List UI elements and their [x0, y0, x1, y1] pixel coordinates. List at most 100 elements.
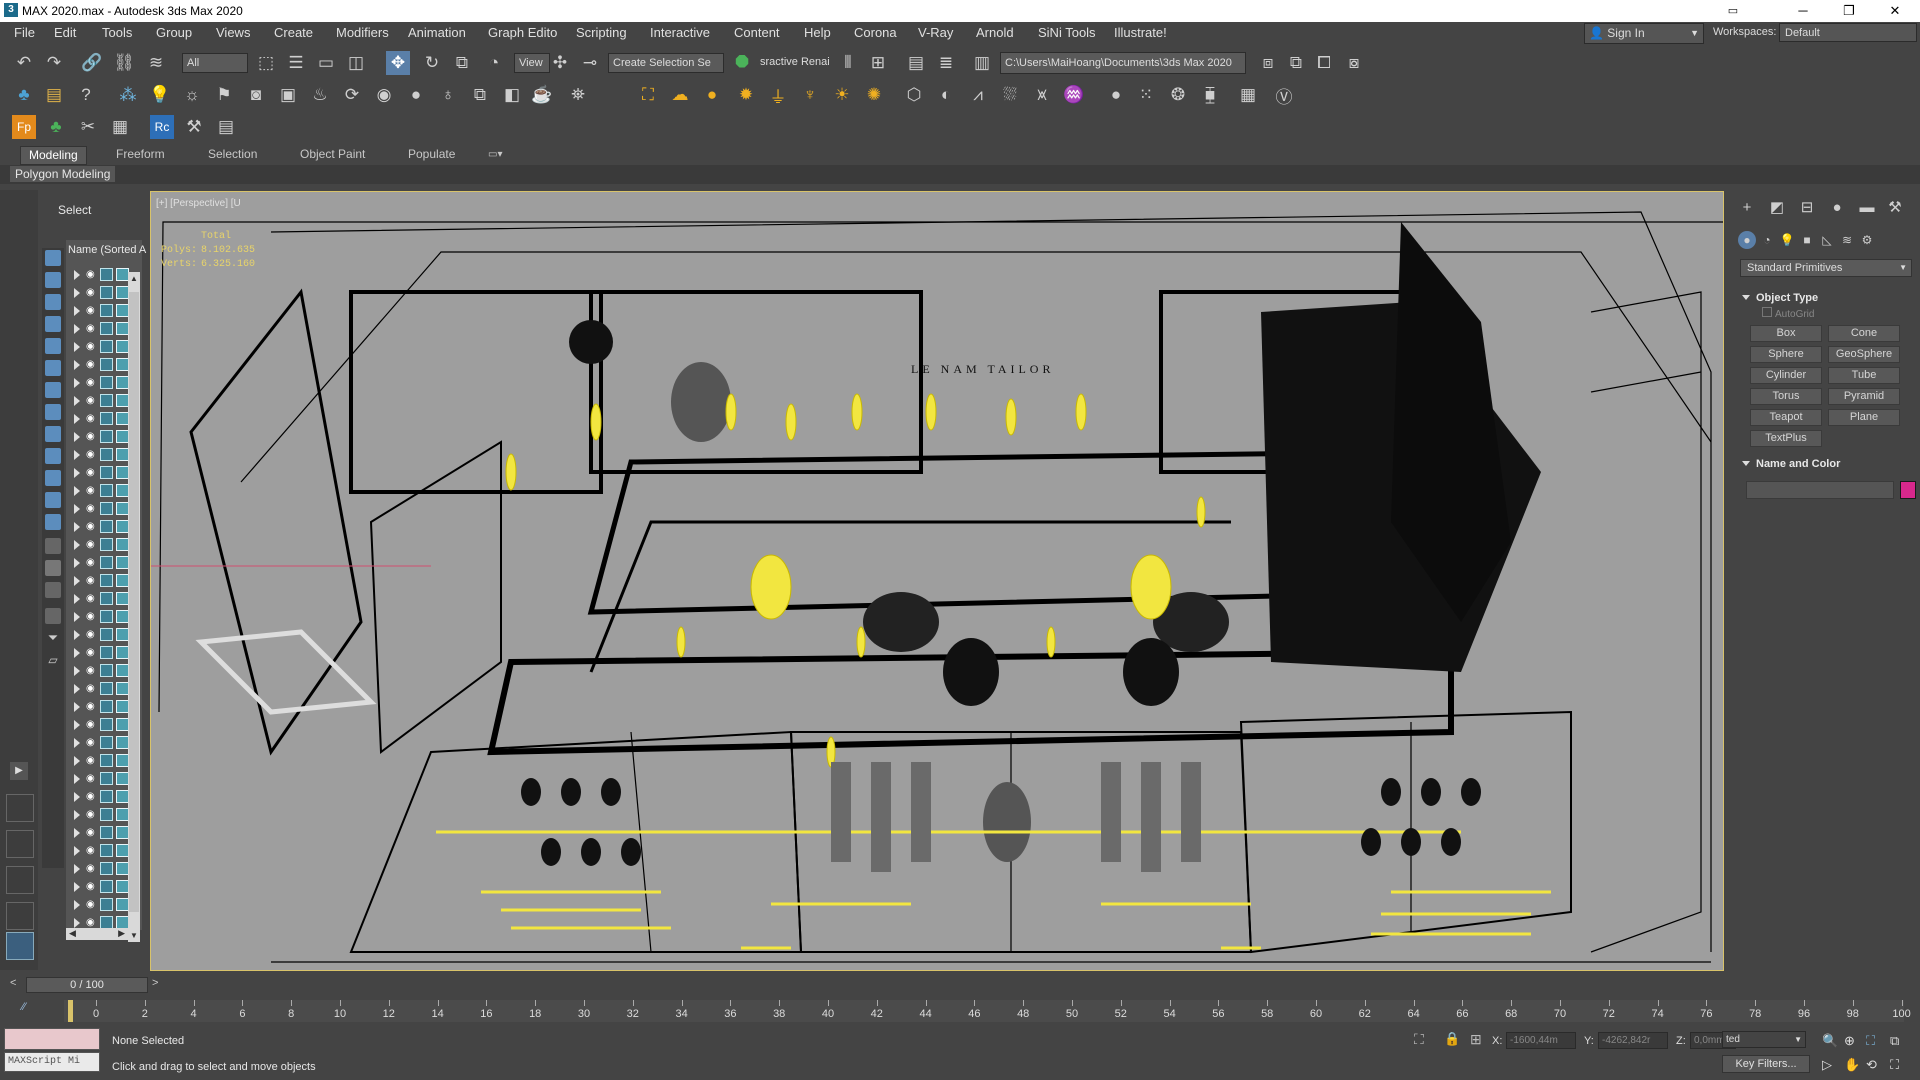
selection-filter-dropdown[interactable]: All — [182, 53, 248, 73]
display-xrefs-icon[interactable] — [45, 426, 61, 442]
menu-group[interactable]: Group — [156, 25, 192, 40]
key-filters-button[interactable]: Key Filters... — [1722, 1055, 1810, 1073]
space-warps-icon[interactable]: ≋ — [1838, 231, 1856, 249]
eye-icon[interactable]: ◉ — [86, 845, 98, 856]
geosphere-button[interactable]: GeoSphere — [1828, 346, 1900, 363]
eye-icon[interactable]: ◉ — [86, 683, 98, 694]
eye-icon[interactable]: ◉ — [86, 881, 98, 892]
menu-edit[interactable]: Edit — [54, 25, 76, 40]
eye-icon[interactable]: ◉ — [86, 809, 98, 820]
sphere-button[interactable]: Sphere — [1750, 346, 1822, 363]
zoom-all-icon[interactable]: ⊕ — [1844, 1033, 1855, 1049]
sphere-light-icon[interactable]: ● — [700, 83, 724, 107]
menu-modifiers[interactable]: Modifiers — [336, 25, 389, 40]
helpers-icon[interactable]: ◺ — [1818, 231, 1836, 249]
display-tab-icon[interactable]: ▬ — [1856, 197, 1878, 219]
eye-icon[interactable]: ◉ — [86, 431, 98, 442]
placement-icon[interactable]: ◔ — [482, 51, 506, 75]
viewport-layout-icon[interactable] — [6, 830, 34, 858]
shapes-icon[interactable]: ◔ — [1758, 231, 1776, 249]
menu-corona[interactable]: Corona — [854, 25, 897, 40]
fur-icon[interactable]: ⩘ — [966, 83, 990, 107]
display-helpers-icon[interactable] — [45, 360, 61, 376]
eye-icon[interactable]: ◉ — [86, 917, 98, 928]
explorer-vertical-scrollbar[interactable]: ▲ ▼ — [128, 272, 140, 942]
eye-icon[interactable]: ◉ — [86, 899, 98, 910]
mirror-icon[interactable]: ⫴ — [836, 51, 860, 75]
hierarchy-tab-icon[interactable]: ⊟ — [1796, 197, 1818, 219]
tab-populate[interactable]: Populate — [400, 146, 463, 163]
expand-icon[interactable] — [74, 288, 80, 298]
scroll-right-icon[interactable]: ▶ — [118, 928, 125, 939]
named-selection-sets-dropdown[interactable]: Create Selection Se — [608, 53, 724, 73]
batch-render-icon[interactable]: ▦ — [1236, 83, 1260, 107]
menu-sini-tools[interactable]: SiNi Tools — [1038, 25, 1096, 40]
vray-fur-icon[interactable]: ♒ — [1062, 83, 1086, 107]
expand-icon[interactable] — [74, 630, 80, 640]
expand-icon[interactable] — [74, 468, 80, 478]
dome-light-icon[interactable]: ✺ — [862, 83, 886, 107]
expand-icon[interactable] — [74, 504, 80, 514]
sun-icon[interactable]: ☀ — [830, 83, 854, 107]
eye-icon[interactable]: ◉ — [86, 557, 98, 568]
pyramid-button[interactable]: Pyramid — [1828, 388, 1900, 405]
rotate-view-icon[interactable]: ⟳ — [340, 83, 364, 107]
eye-icon[interactable]: ◉ — [86, 773, 98, 784]
expand-icon[interactable] — [74, 486, 80, 496]
selected-keys-dropdown[interactable]: ted ▼ — [1722, 1031, 1806, 1048]
expand-icon[interactable] — [74, 720, 80, 730]
curve-editor-icon[interactable]: ⧈ — [1256, 51, 1280, 75]
eye-icon[interactable]: ◉ — [86, 827, 98, 838]
tab-freeform[interactable]: Freeform — [108, 146, 173, 163]
pendant-light-icon[interactable]: ⏚ — [766, 83, 790, 107]
systems-icon[interactable]: ⚙ — [1858, 231, 1876, 249]
menu-scripting[interactable]: Scripting — [576, 25, 627, 40]
eye-icon[interactable]: ◉ — [86, 701, 98, 712]
textplus-button[interactable]: TextPlus — [1750, 430, 1822, 447]
autogrid-checkbox[interactable]: AutoGrid — [1762, 307, 1814, 320]
eye-icon[interactable]: ◉ — [86, 737, 98, 748]
snaps-toggle-icon[interactable]: ⊸ — [578, 51, 602, 75]
name-and-color-rollout[interactable]: Name and Color — [1740, 455, 1912, 473]
expand-icon[interactable] — [74, 306, 80, 316]
filter-icon[interactable]: ⏷ — [45, 630, 61, 646]
render-production-icon[interactable]: ☕ — [530, 83, 554, 107]
notes-icon[interactable]: ▤ — [42, 83, 66, 107]
field-of-view-icon[interactable]: ▷ — [1822, 1057, 1832, 1073]
menu-tools[interactable]: Tools — [102, 25, 132, 40]
display-groups-icon[interactable] — [45, 404, 61, 420]
move-icon[interactable]: ✥ — [386, 51, 410, 75]
help-icon[interactable]: ? — [74, 83, 98, 107]
eye-icon[interactable]: ◉ — [86, 377, 98, 388]
eye-icon[interactable]: ◉ — [86, 503, 98, 514]
tab-modeling[interactable]: Modeling — [20, 146, 87, 165]
grass-icon[interactable]: ⩙ — [1030, 83, 1054, 107]
expand-icon[interactable] — [74, 918, 80, 928]
expand-icon[interactable] — [74, 594, 80, 604]
expand-icon[interactable] — [74, 522, 80, 532]
display-geometry-icon[interactable] — [45, 272, 61, 288]
viewport-layout-icon[interactable] — [6, 794, 34, 822]
name-column-header[interactable]: Name (Sorted A — [68, 244, 146, 256]
scroll-up-icon[interactable]: ▲ — [130, 274, 138, 283]
asset-icon[interactable]: ⧯ — [1198, 83, 1222, 107]
schematic-view-icon[interactable]: ⧉ — [1284, 51, 1308, 75]
primitive-type-dropdown[interactable]: Standard Primitives ▼ — [1740, 259, 1912, 277]
eye-icon[interactable]: ◉ — [86, 719, 98, 730]
sphere-fade-icon[interactable]: ◐ — [934, 83, 958, 107]
eye-icon[interactable]: ◉ — [86, 575, 98, 586]
perspective-viewport[interactable]: LE NAM TAILOR [+] [Perspective] [U Total… — [150, 191, 1724, 971]
display-spacewarps-icon[interactable] — [45, 382, 61, 398]
multi-sphere-icon[interactable]: ⁙ — [1134, 83, 1158, 107]
vray-logo-icon[interactable]: Ⓥ — [1272, 83, 1296, 107]
object-type-rollout[interactable]: Object Type — [1740, 289, 1912, 307]
bind-space-warp-icon[interactable]: ≋ — [144, 51, 168, 75]
menu-interactive[interactable]: Interactive — [650, 25, 710, 40]
display-lights-icon[interactable] — [45, 316, 61, 332]
rectangular-selection-icon[interactable]: ▭ — [314, 51, 338, 75]
track-bar[interactable]: ⁄⁄ 0 2 4 6 8 10 12 14 16 18 30 32 34 36 38 40 42 44 46 48 50… — [0, 995, 1920, 1025]
scroll-left-icon[interactable]: ◀ — [69, 928, 76, 939]
eye-icon[interactable]: ◉ — [86, 611, 98, 622]
expand-icon[interactable] — [74, 378, 80, 388]
expand-icon[interactable] — [74, 864, 80, 874]
